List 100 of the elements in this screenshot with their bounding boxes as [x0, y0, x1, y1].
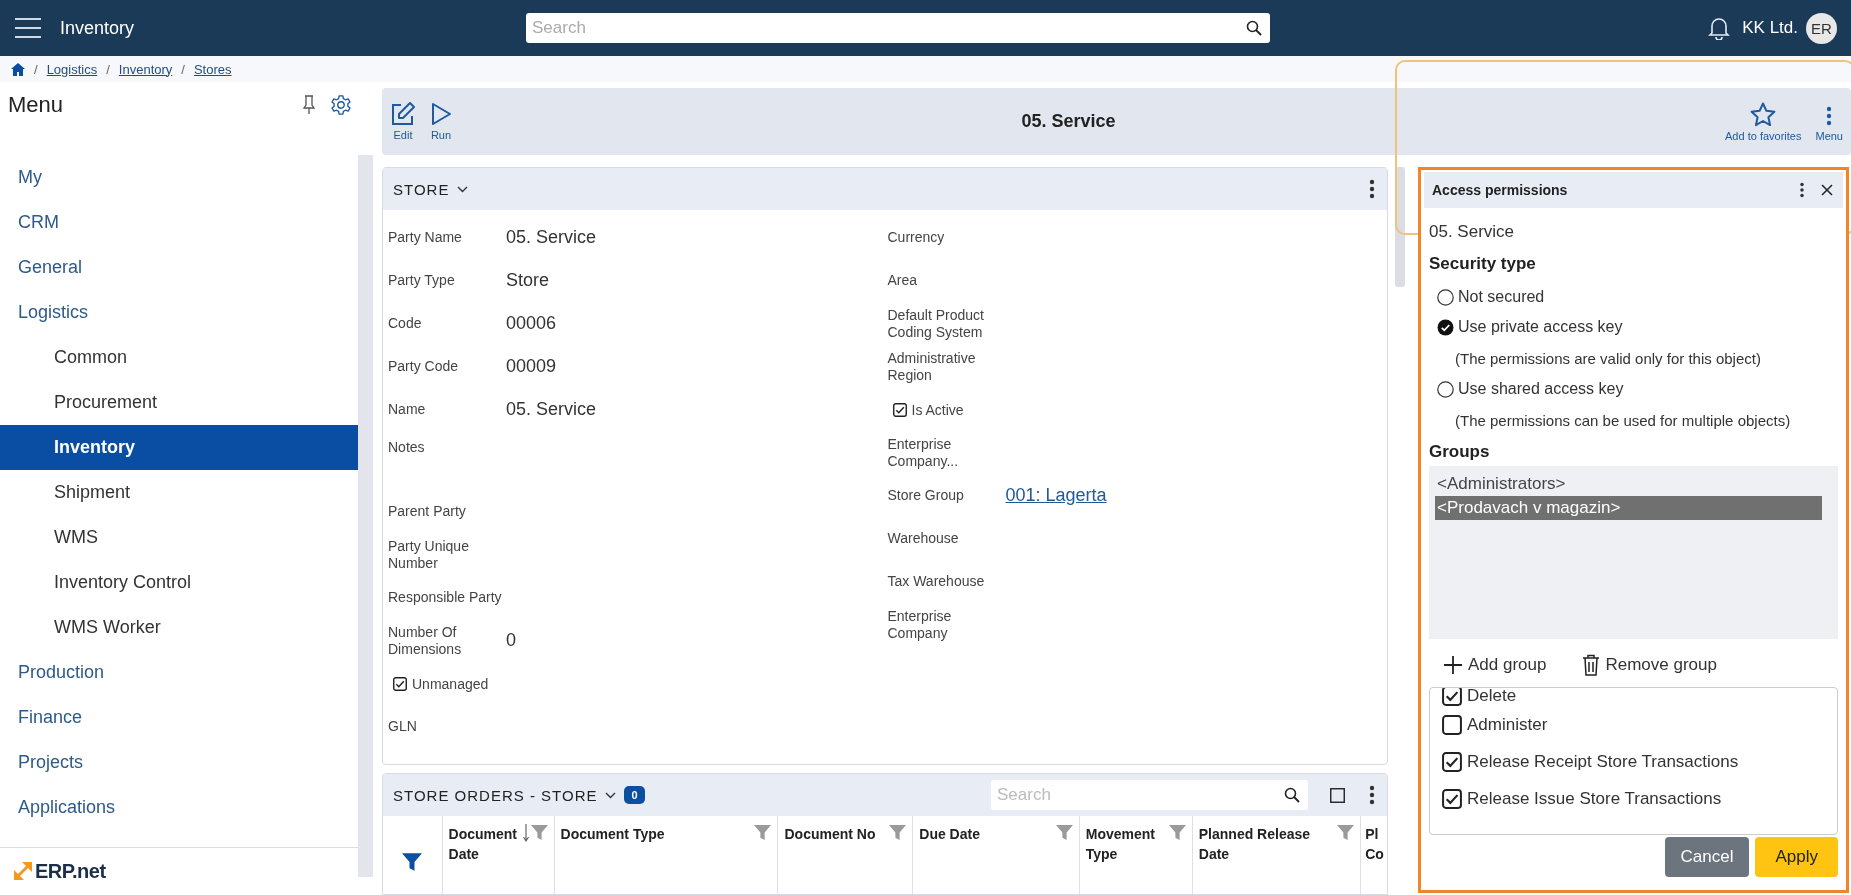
field-label: Party Type	[388, 272, 456, 289]
field-label: Responsible Party	[388, 589, 503, 606]
option-note: (The permissions can be used for multiple objects)	[1454, 410, 1792, 431]
field-label: Name	[388, 401, 427, 418]
sidebar-item[interactable]: Shipment	[0, 470, 358, 515]
menu-icon	[14, 17, 42, 39]
permission-checkbox[interactable]: Administer	[1442, 706, 1837, 743]
scrollbar[interactable]	[358, 155, 373, 877]
checkbox-field[interactable]: Is Active	[887, 401, 964, 418]
permission-checkbox[interactable]: Delete	[1442, 688, 1837, 706]
count-badge: 0	[624, 786, 645, 804]
close-button[interactable]	[1821, 184, 1833, 196]
favorites-button[interactable]: Add to favorites	[1721, 101, 1806, 142]
sidebar-item[interactable]: Common	[0, 335, 358, 380]
group-item[interactable]: <Administrators>	[1435, 472, 1822, 496]
field-label: Enterprise Company	[887, 607, 953, 642]
apply-button[interactable]: Apply	[1755, 837, 1838, 877]
checked-checkbox-icon	[1442, 688, 1462, 706]
add-group-button[interactable]: Add group	[1443, 651, 1547, 679]
chevron-down-icon	[457, 185, 469, 193]
sidebar-item[interactable]: Finance	[0, 695, 358, 740]
radio-option[interactable]: Use shared access key	[1429, 374, 1838, 404]
arrow-logo-icon	[14, 862, 32, 880]
filter-icon	[530, 824, 548, 841]
breadcrumb-separator: /	[34, 61, 38, 77]
permission-checkbox[interactable]: Release Issue Store Transactions	[1442, 780, 1837, 817]
sidebar-item[interactable]: Inventory	[0, 425, 358, 470]
menu-title: Menu	[8, 91, 65, 118]
plus-icon	[1443, 655, 1463, 675]
permission-checkbox[interactable]: Release Receipt Store Transactions	[1442, 743, 1837, 780]
company-name[interactable]: KK Ltd.	[1742, 18, 1798, 38]
checkbox-field[interactable]: Unmanaged	[388, 675, 489, 692]
chevron-down-icon	[605, 791, 617, 799]
breadcrumb-link[interactable]: Stores	[193, 61, 232, 77]
sidebar-item[interactable]: Logistics	[0, 290, 358, 335]
column-header[interactable]: Document Type	[560, 824, 753, 844]
filter-button[interactable]	[402, 852, 423, 872]
pin-button[interactable]	[302, 94, 316, 115]
search-field[interactable]: Search	[526, 13, 1270, 43]
scrollbar[interactable]	[1395, 167, 1405, 287]
checked-checkbox-icon	[892, 402, 907, 417]
column-header[interactable]: Document No	[784, 824, 888, 844]
field-label: Party Code	[388, 358, 460, 375]
field-label: Party Name	[388, 229, 463, 246]
field-label: Area	[887, 272, 919, 289]
menu-button[interactable]: Menu	[1811, 104, 1847, 142]
field-label: Parent Party	[388, 503, 467, 520]
sidebar-item[interactable]: Applications	[0, 785, 358, 830]
object-name: 05. Service	[1429, 222, 1516, 242]
field-value: 05. Service	[506, 399, 597, 420]
sidebar-item[interactable]: WMS Worker	[0, 605, 358, 650]
kebab-icon	[1369, 179, 1375, 199]
radio-option[interactable]: Not secured	[1429, 282, 1838, 312]
section-title[interactable]: STORE	[393, 180, 450, 198]
column-header[interactable]: Due Date	[919, 824, 1054, 844]
sidebar-item[interactable]: WMS	[0, 515, 358, 560]
square-icon	[1330, 787, 1345, 803]
sidebar-item[interactable]: Production	[0, 650, 358, 695]
column-header[interactable]: Movement Type	[1085, 824, 1167, 864]
cancel-button[interactable]: Cancel	[1664, 837, 1750, 877]
filter-icon	[1337, 824, 1355, 841]
section-title[interactable]: STORE ORDERS - STORE	[393, 786, 598, 804]
more-button[interactable]	[1799, 182, 1805, 198]
field-label: Party Unique Number	[388, 537, 470, 572]
breadcrumb-link[interactable]: Logistics	[46, 61, 98, 77]
checked-checkbox-icon	[393, 676, 407, 691]
sidebar-item[interactable]: Inventory Control	[0, 560, 358, 605]
filter-icon	[402, 852, 423, 872]
column-header[interactable]: Pl Co	[1365, 824, 1387, 864]
menu-button[interactable]	[14, 17, 42, 39]
sidebar-item[interactable]: My	[0, 155, 358, 200]
field-label: Tax Warehouse	[887, 573, 986, 590]
column-header[interactable]: Document Date	[448, 824, 521, 864]
breadcrumb-link[interactable]: Inventory	[118, 61, 173, 77]
section-heading: Groups	[1429, 442, 1491, 462]
logo: ERP.net	[35, 859, 106, 883]
field-label: Enterprise Company...	[887, 435, 960, 470]
sidebar-item[interactable]: Procurement	[0, 380, 358, 425]
search-field[interactable]: Search	[991, 780, 1308, 810]
group-item[interactable]: <Prodavach v magazin>	[1435, 496, 1822, 520]
column-header[interactable]: Planned Release Date	[1198, 824, 1336, 864]
run-button[interactable]: Run	[426, 102, 456, 141]
settings-button[interactable]	[330, 93, 352, 116]
field-link[interactable]: 001: Lagerta	[1005, 485, 1107, 506]
checked-checkbox-icon	[1442, 788, 1462, 809]
field-value: 00006	[506, 313, 557, 334]
menu-icon	[1826, 104, 1833, 127]
app-title: Inventory	[60, 17, 136, 39]
field-value: 05. Service	[506, 227, 597, 248]
page-title: 05. Service	[1020, 111, 1117, 132]
sidebar-item[interactable]: Projects	[0, 740, 358, 785]
sidebar-item[interactable]: General	[0, 245, 358, 290]
user-avatar[interactable]: ER	[1806, 12, 1837, 44]
sidebar-item[interactable]: CRM	[0, 200, 358, 245]
remove-group-button[interactable]: Remove group	[1582, 651, 1717, 679]
bell-icon	[1708, 16, 1731, 40]
edit-button[interactable]: Edit	[386, 102, 420, 141]
field-label: Default Product Coding System	[887, 306, 985, 341]
radio-option[interactable]: Use private access key	[1429, 312, 1838, 342]
filter-icon	[754, 824, 772, 841]
